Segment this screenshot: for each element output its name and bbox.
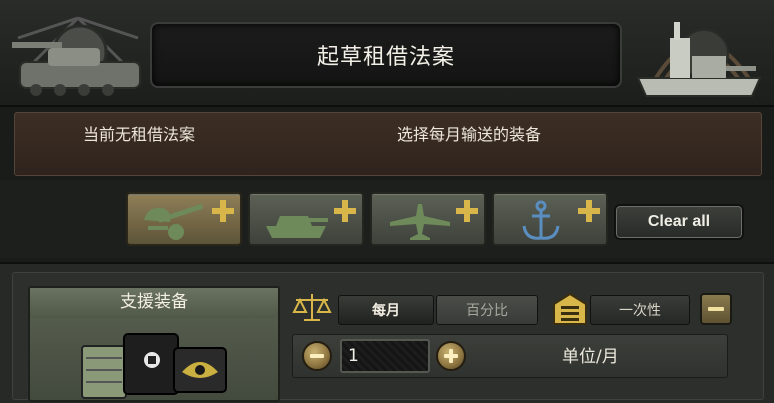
page-title: 起草租借法案: [150, 22, 622, 88]
tab-armor[interactable]: [248, 192, 364, 246]
clear-all-button[interactable]: Clear all: [614, 204, 744, 240]
tank-emblem-icon: [12, 16, 141, 96]
scale-icon: [292, 294, 332, 321]
anchor-icon: [522, 200, 560, 240]
tab-naval[interactable]: [492, 192, 608, 246]
select-equipment-prompt: 选择每月输送的装备: [397, 125, 542, 144]
decrease-quantity-button[interactable]: [302, 341, 332, 371]
remove-equipment-button[interactable]: [700, 293, 732, 325]
add-infantry-icon: [212, 200, 234, 222]
equipment-card[interactable]: 支援装备: [28, 286, 280, 402]
plane-icon: [390, 204, 450, 240]
quantity-input[interactable]: 1: [340, 339, 430, 373]
tab-air[interactable]: [370, 192, 486, 246]
equipment-title: 支援装备: [30, 288, 278, 318]
add-naval-icon: [578, 200, 600, 222]
stockpile-icon: [553, 292, 587, 325]
infantry-gun-icon: [144, 203, 204, 240]
info-panel: 当前无租借法案 选择每月输送的装备: [14, 112, 762, 176]
tank-icon: [266, 216, 328, 238]
monthly-mode-button[interactable]: 每月: [338, 295, 434, 325]
header-bar: 起草租借法案: [0, 0, 774, 107]
increase-quantity-button[interactable]: [436, 341, 466, 371]
support-equipment-icon: [81, 333, 227, 399]
add-air-icon: [456, 200, 478, 222]
unit-label: 单位/月: [562, 347, 619, 367]
tab-infantry[interactable]: [126, 192, 242, 246]
current-lend-lease-status: 当前无租借法案: [83, 125, 196, 144]
add-armor-icon: [334, 200, 356, 222]
one-time-mode-button[interactable]: 一次性: [590, 295, 690, 325]
battleship-emblem-icon: [636, 22, 762, 97]
percent-mode-button[interactable]: 百分比: [436, 295, 538, 325]
